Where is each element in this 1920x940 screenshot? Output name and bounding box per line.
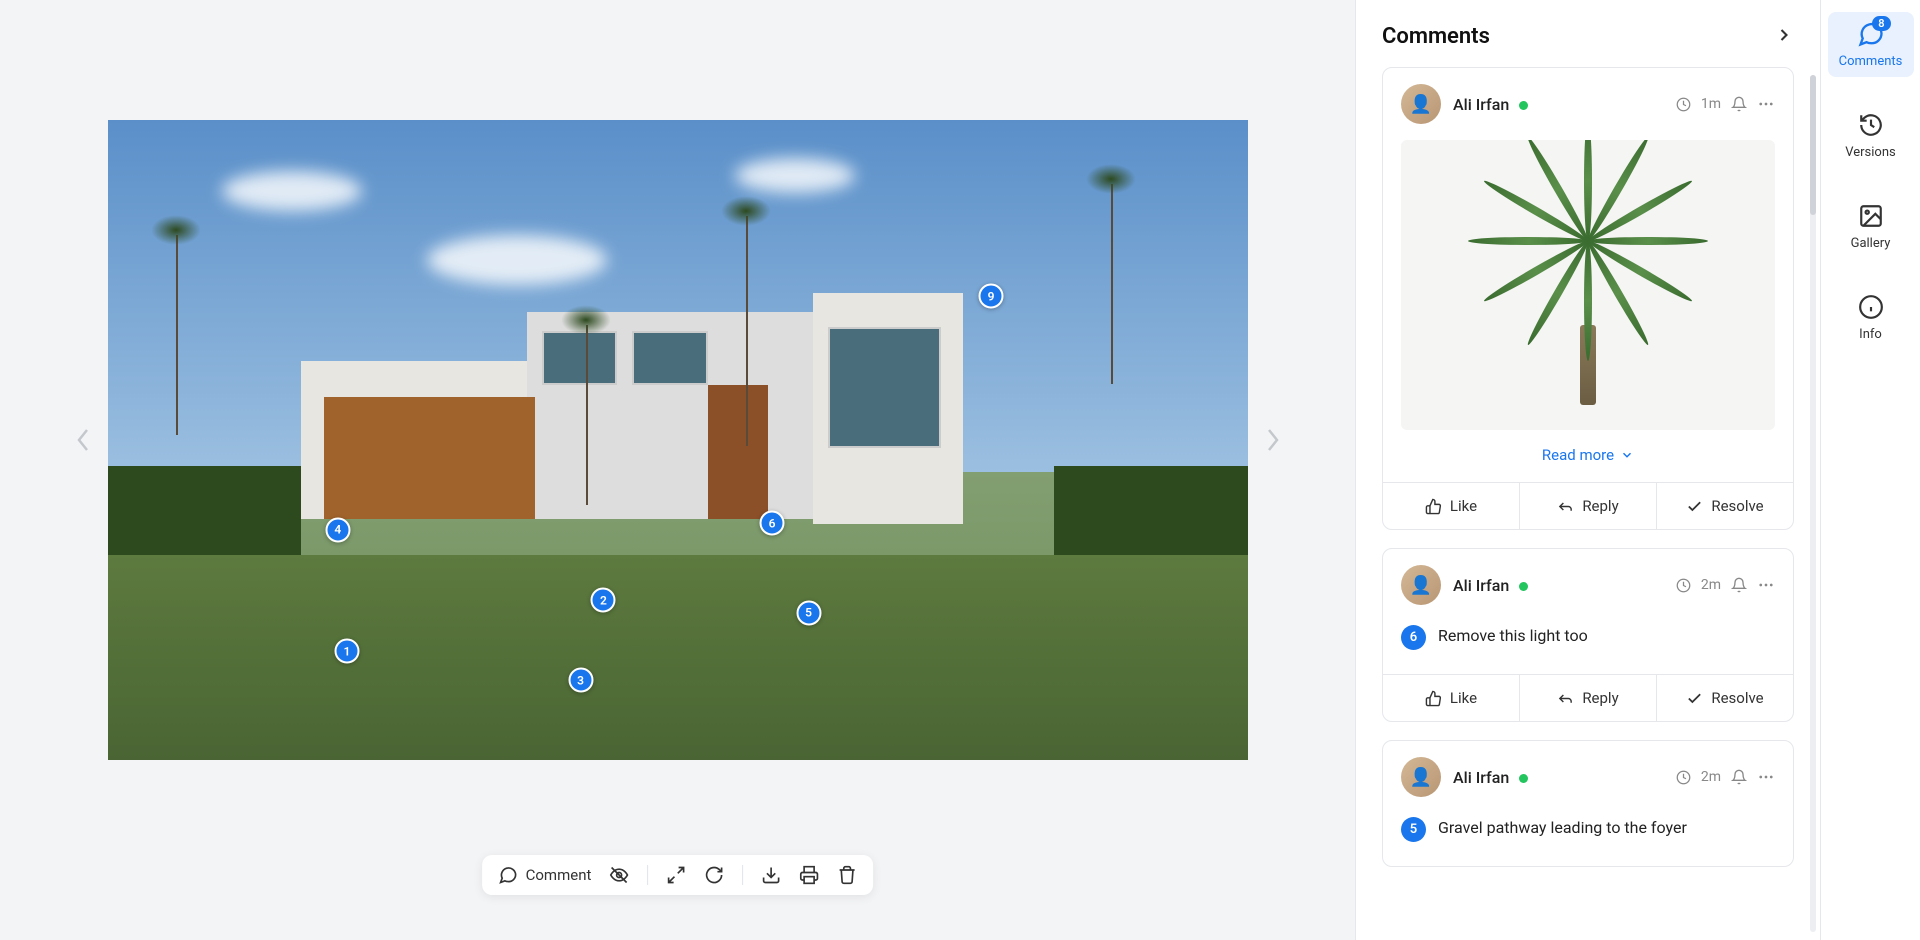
comments-panel: Comments 👤 Ali Irfan 1m: [1355, 0, 1820, 940]
annotation-pin-5[interactable]: 5: [796, 600, 821, 625]
comment-time: 1m: [1701, 96, 1721, 112]
comment-actions: Like Reply Resolve: [1383, 674, 1793, 721]
panel-header: Comments: [1356, 0, 1820, 67]
rail-comments-tab[interactable]: 8 Comments: [1828, 12, 1914, 77]
comment-attachment-image[interactable]: [1401, 140, 1775, 430]
print-icon: [799, 865, 819, 885]
more-icon[interactable]: [1757, 768, 1775, 786]
comment-time: 2m: [1701, 769, 1721, 785]
comment-card[interactable]: 👤 Ali Irfan 2m 6 Remove this light too: [1382, 548, 1794, 722]
delete-button[interactable]: [837, 865, 857, 885]
scrollbar-thumb[interactable]: [1810, 75, 1816, 215]
eye-off-icon: [609, 865, 629, 885]
thumbs-up-icon: [1425, 498, 1442, 515]
rotate-icon: [704, 865, 724, 885]
viewer-toolbar: Comment: [482, 855, 874, 895]
reply-icon: [1557, 690, 1574, 707]
bell-icon[interactable]: [1731, 577, 1747, 593]
clock-icon: [1676, 770, 1691, 785]
comment-header: 👤 Ali Irfan 2m: [1383, 741, 1793, 813]
chevron-down-icon: [1620, 448, 1634, 462]
clock-icon: [1676, 97, 1691, 112]
expand-icon: [666, 865, 686, 885]
right-rail: 8 Comments Versions Gallery Info: [1820, 0, 1920, 940]
comment-text: Gravel pathway leading to the foyer: [1438, 817, 1687, 839]
collapse-panel-button[interactable]: [1774, 25, 1794, 49]
rail-label: Gallery: [1851, 236, 1891, 251]
comment-header: 👤 Ali Irfan 2m: [1383, 549, 1793, 621]
comment-card[interactable]: 👤 Ali Irfan 2m 5 Gravel pathway leading …: [1382, 740, 1794, 867]
resolve-button[interactable]: Resolve: [1657, 675, 1793, 721]
annotation-pin-4[interactable]: 4: [325, 517, 350, 542]
resolve-button[interactable]: Resolve: [1657, 483, 1793, 529]
annotation-pin-2[interactable]: 2: [591, 588, 616, 613]
download-icon: [761, 865, 781, 885]
reply-button[interactable]: Reply: [1520, 483, 1657, 529]
rail-info-tab[interactable]: Info: [1828, 285, 1914, 350]
comment-author: Ali Irfan: [1453, 768, 1509, 787]
image-icon: [1858, 203, 1884, 229]
comment-time: 2m: [1701, 577, 1721, 593]
toolbar-divider: [647, 865, 648, 885]
annotation-pin-9[interactable]: 9: [979, 284, 1004, 309]
comment-tool-button[interactable]: Comment: [498, 865, 592, 885]
comment-pin-badge[interactable]: 6: [1401, 625, 1426, 650]
avatar: 👤: [1401, 757, 1441, 797]
comment-author: Ali Irfan: [1453, 95, 1509, 114]
more-icon[interactable]: [1757, 95, 1775, 113]
toggle-visibility-button[interactable]: [609, 865, 629, 885]
download-button[interactable]: [761, 865, 781, 885]
more-icon[interactable]: [1757, 576, 1775, 594]
comment-header: 👤 Ali Irfan 1m: [1383, 68, 1793, 140]
next-image-button[interactable]: [1253, 420, 1293, 460]
online-status-dot: [1519, 774, 1528, 783]
annotation-pin-6[interactable]: 6: [760, 511, 785, 536]
check-icon: [1686, 690, 1703, 707]
rail-versions-tab[interactable]: Versions: [1828, 103, 1914, 168]
comments-count-badge: 8: [1872, 16, 1890, 31]
info-icon: [1858, 294, 1884, 320]
comment-pin-badge[interactable]: 5: [1401, 817, 1426, 842]
online-status-dot: [1519, 101, 1528, 110]
like-button[interactable]: Like: [1383, 483, 1520, 529]
trash-icon: [837, 865, 857, 885]
reply-button[interactable]: Reply: [1520, 675, 1657, 721]
read-more-button[interactable]: Read more: [1401, 430, 1775, 472]
comments-scroll-area[interactable]: 👤 Ali Irfan 1m: [1356, 67, 1820, 940]
reply-icon: [1557, 498, 1574, 515]
rail-label: Info: [1859, 327, 1882, 342]
panel-title: Comments: [1382, 24, 1490, 49]
thumbs-up-icon: [1425, 690, 1442, 707]
history-icon: [1858, 112, 1884, 138]
reset-view-button[interactable]: [704, 865, 724, 885]
annotation-pin-3[interactable]: 3: [568, 668, 593, 693]
print-button[interactable]: [799, 865, 819, 885]
annotation-pin-1[interactable]: 1: [334, 639, 359, 664]
check-icon: [1686, 498, 1703, 515]
fullscreen-button[interactable]: [666, 865, 686, 885]
chevron-right-icon: [1774, 25, 1794, 45]
comment-card[interactable]: 👤 Ali Irfan 1m: [1382, 67, 1794, 530]
comment-actions: Like Reply Resolve: [1383, 482, 1793, 529]
online-status-dot: [1519, 582, 1528, 591]
toolbar-divider: [742, 865, 743, 885]
comment-author: Ali Irfan: [1453, 576, 1509, 595]
render-image[interactable]: [108, 120, 1248, 760]
avatar: 👤: [1401, 84, 1441, 124]
comment-tool-label: Comment: [526, 866, 592, 884]
comment-text: Remove this light too: [1438, 625, 1588, 647]
bell-icon[interactable]: [1731, 96, 1747, 112]
clock-icon: [1676, 578, 1691, 593]
bell-icon[interactable]: [1731, 769, 1747, 785]
avatar: 👤: [1401, 565, 1441, 605]
like-button[interactable]: Like: [1383, 675, 1520, 721]
rail-gallery-tab[interactable]: Gallery: [1828, 194, 1914, 259]
rail-label: Comments: [1839, 54, 1903, 69]
image-wrapper: 1 2 3 4 5 6 9: [108, 120, 1248, 760]
rail-label: Versions: [1845, 145, 1895, 160]
comment-icon: [498, 865, 518, 885]
prev-image-button[interactable]: [63, 420, 103, 460]
viewer-area: 1 2 3 4 5 6 9 Comment: [0, 0, 1355, 940]
